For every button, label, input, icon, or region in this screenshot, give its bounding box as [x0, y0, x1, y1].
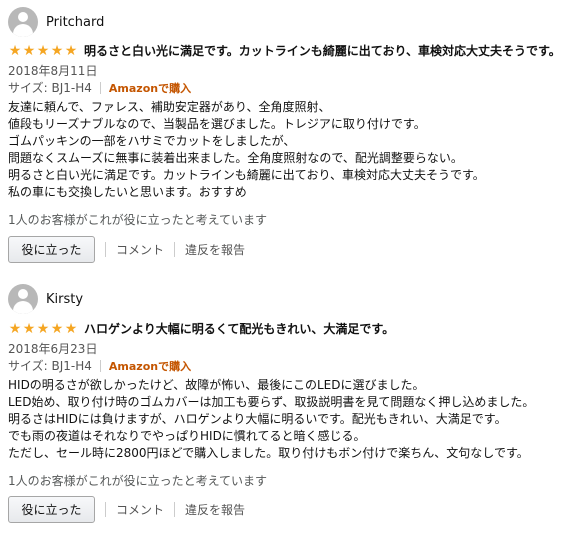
review-actions: 役に立った コメント 違反を報告 — [8, 496, 245, 523]
reviewer-profile[interactable]: Kirsty — [8, 284, 83, 314]
divider — [105, 242, 106, 257]
star-icon: ★ — [22, 320, 36, 337]
star-rating[interactable]: ★ ★ ★ ★ ★ — [8, 322, 78, 336]
review-body-line: でも雨の夜道はそれなりでやっぱりHIDに慣れてると暗く感じる。 — [8, 429, 366, 443]
review-2: Kirsty ★ ★ ★ ★ ★ ハロゲンより大幅に明るくて配光もきれい、大満足… — [0, 283, 568, 533]
variant-size[interactable]: サイズ: BJ1-H4 — [8, 79, 92, 96]
review-body-line: 問題なくスムーズに無事に装着出来ました。全角度照射なので、配光調整要らない。 — [8, 151, 463, 165]
star-icon: ★ — [8, 320, 22, 337]
helpful-button[interactable]: 役に立った — [8, 236, 95, 263]
review-body-line: 明るさと白い光に満足です。カットラインも綺麗に出ており、車検対応大丈夫そうです。 — [8, 168, 485, 182]
review-body-line: HIDの明るさが欲しかったけど、故障が怖い、最後にこのLEDに選びました。 — [8, 378, 425, 392]
review-1: Pritchard ★ ★ ★ ★ ★ 明るさと白い光に満足です。カットラインも… — [0, 0, 568, 270]
review-body: HIDの明るさが欲しかったけど、故障が怖い、最後にこのLEDに選びました。 LE… — [8, 377, 534, 462]
star-icon: ★ — [8, 42, 22, 59]
star-icon: ★ — [36, 42, 50, 59]
star-icon: ★ — [50, 42, 64, 59]
comment-link[interactable]: コメント — [116, 241, 164, 258]
divider — [99, 359, 101, 372]
helpful-button[interactable]: 役に立った — [8, 496, 95, 523]
star-icon: ★ — [36, 320, 50, 337]
star-icon: ★ — [64, 320, 78, 337]
report-abuse-link[interactable]: 違反を報告 — [185, 501, 245, 518]
star-icon: ★ — [64, 42, 78, 59]
star-icon: ★ — [22, 42, 36, 59]
review-body-line: 値段もリーズナブルなので、当製品を選びました。トレジアに取り付けです。 — [8, 117, 426, 131]
review-title[interactable]: 明るさと白い光に満足です。カットラインも綺麗に出ており、車検対応大丈夫そうです。 — [84, 42, 561, 59]
review-body-line: 友達に頼んで、ファレス、補助安定器があり、全角度照射、 — [8, 100, 331, 114]
reviewer-name[interactable]: Pritchard — [46, 15, 104, 30]
review-body-line: 明るさはHIDには負けますが、ハロゲンより大幅に明るいです。配光もきれい、大満足… — [8, 412, 507, 426]
review-title-row: ★ ★ ★ ★ ★ 明るさと白い光に満足です。カットラインも綺麗に出ており、車検… — [8, 42, 561, 59]
review-meta: サイズ: BJ1-H4 Amazonで購入 — [8, 79, 191, 96]
divider — [99, 81, 101, 94]
review-body: 友達に頼んで、ファレス、補助安定器があり、全角度照射、 値段もリーズナブルなので… — [8, 99, 485, 201]
review-date: 2018年6月23日 — [8, 342, 98, 356]
reviewer-profile[interactable]: Pritchard — [8, 7, 104, 37]
divider — [174, 502, 176, 517]
review-meta: サイズ: BJ1-H4 Amazonで購入 — [8, 357, 191, 374]
avatar-icon — [8, 284, 38, 314]
review-actions: 役に立った コメント 違反を報告 — [8, 236, 245, 263]
reviewer-name[interactable]: Kirsty — [46, 292, 83, 307]
divider — [105, 502, 106, 517]
review-body-line: LED始め、取り付け時のゴムカバーは加工も要らず、取扱説明書を見て問題なく押し込… — [8, 395, 535, 409]
helpful-count: 1人のお客様がこれが役に立ったと考えています — [8, 213, 268, 227]
review-body-line: 私の車にも交換したいと思います。おすすめ — [8, 185, 247, 199]
review-body-line: ゴムパッキンの一部をハサミでカットをしましたが、 — [8, 134, 296, 148]
review-date: 2018年8月11日 — [8, 64, 98, 78]
report-abuse-link[interactable]: 違反を報告 — [185, 241, 245, 258]
avatar-icon — [8, 7, 38, 37]
review-title-row: ★ ★ ★ ★ ★ ハロゲンより大幅に明るくて配光もきれい、大満足です。 — [8, 320, 394, 337]
star-icon: ★ — [50, 320, 64, 337]
review-body-line: ただし、セール時に2800円ほどで購入しました。取り付けもボン付けで楽ちん、文句… — [8, 446, 529, 460]
helpful-count: 1人のお客様がこれが役に立ったと考えています — [8, 474, 268, 488]
comment-link[interactable]: コメント — [116, 501, 164, 518]
variant-size[interactable]: サイズ: BJ1-H4 — [8, 357, 92, 374]
star-rating[interactable]: ★ ★ ★ ★ ★ — [8, 44, 78, 58]
divider — [174, 242, 176, 257]
review-title[interactable]: ハロゲンより大幅に明るくて配光もきれい、大満足です。 — [84, 320, 394, 337]
verified-purchase-badge: Amazonで購入 — [108, 359, 192, 373]
verified-purchase-badge: Amazonで購入 — [108, 81, 192, 95]
